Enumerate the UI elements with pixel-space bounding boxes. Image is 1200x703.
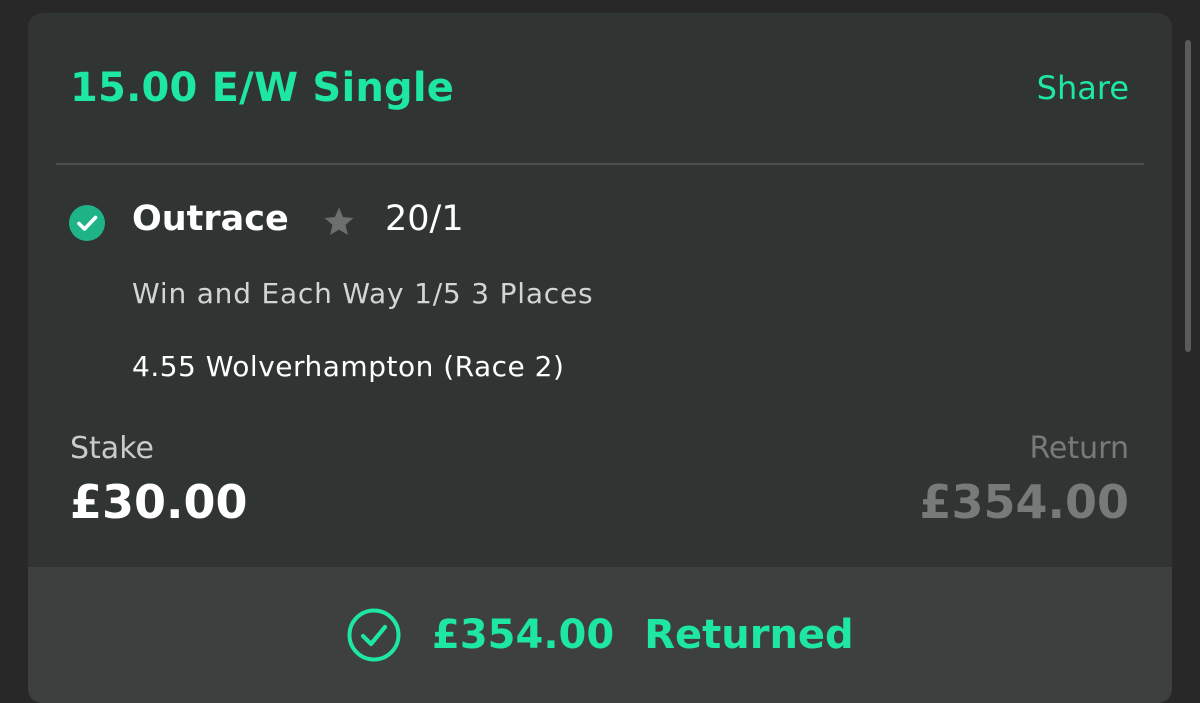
odds: 20/1: [385, 199, 464, 239]
returned-banner: £354.00 Returned: [28, 567, 1172, 703]
share-button[interactable]: Share: [1037, 69, 1129, 107]
return-label: Return: [1029, 431, 1129, 466]
market-description: Win and Each Way 1/5 3 Places: [132, 277, 594, 310]
stake-value: £30.00: [70, 475, 248, 529]
star-icon[interactable]: [322, 205, 356, 239]
selection-row: Outrace 20/1 Win and Each Way 1/5 3 Plac…: [28, 193, 1172, 403]
bet-title: 15.00 E/W Single: [70, 65, 455, 111]
check-circle-filled-icon: [69, 205, 105, 241]
returned-summary: £354.00 Returned: [346, 607, 854, 663]
runner-name: Outrace: [132, 199, 289, 239]
bet-header: 15.00 E/W Single Share: [28, 13, 1172, 163]
return-value: £354.00: [919, 475, 1129, 529]
returned-label: Returned: [644, 612, 854, 658]
returned-amount: £354.00: [432, 612, 615, 658]
stake-label: Stake: [70, 431, 154, 466]
scrollbar[interactable]: [1185, 40, 1191, 352]
header-divider: [56, 163, 1144, 165]
check-circle-outline-icon: [347, 608, 401, 662]
event-name: 4.55 Wolverhampton (Race 2): [132, 350, 565, 383]
bet-card: 15.00 E/W Single Share Outrace 20/1 Win …: [28, 13, 1172, 703]
